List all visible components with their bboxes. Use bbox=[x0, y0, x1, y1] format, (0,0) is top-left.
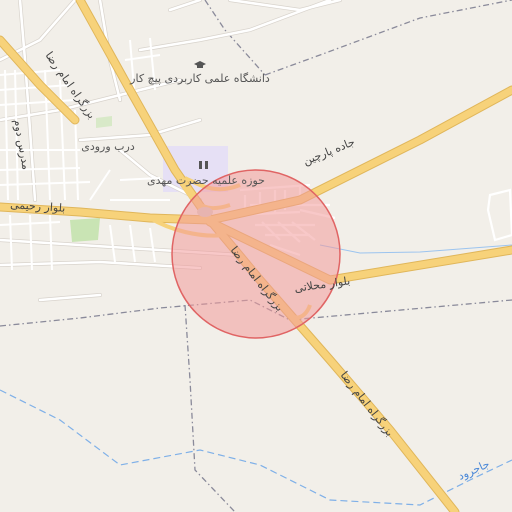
university-label-line1: دانشگاه علمی کاربردی پیچ کار bbox=[129, 72, 270, 85]
park-area bbox=[70, 218, 100, 242]
jajrud-label: جاجرود bbox=[456, 457, 492, 482]
darb-vorudi-label: درب ورودی bbox=[81, 140, 135, 153]
map-layer: دانشگاه علمی کاربردی پیچ کار حوزه علمیه … bbox=[0, 0, 512, 512]
seminary-label: حوزه علمیه حضرت مهدی bbox=[147, 174, 265, 187]
map-canvas[interactable]: دانشگاه علمی کاربردی پیچ کار حوزه علمیه … bbox=[0, 0, 512, 512]
road-parchin-label: جاده پارچین bbox=[301, 135, 356, 167]
park-area-small bbox=[96, 116, 112, 128]
imam-reza-highway-south-label: بزرگراه امام رضا bbox=[338, 369, 397, 439]
graduation-cap-icon[interactable] bbox=[194, 61, 206, 68]
highlight-circle[interactable] bbox=[171, 169, 341, 339]
